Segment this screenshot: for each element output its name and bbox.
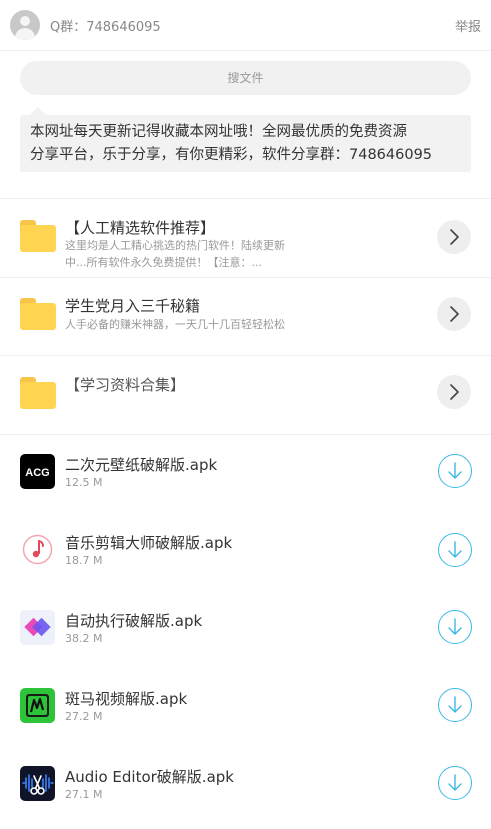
file-name: 二次元壁纸破解版.apk bbox=[65, 456, 218, 474]
folder-title: 【学习资料合集】 bbox=[65, 376, 186, 394]
file-size: 38.2 M bbox=[65, 632, 103, 645]
music-note-app-icon bbox=[20, 532, 55, 567]
file-name: Audio Editor破解版.apk bbox=[65, 768, 234, 786]
folder-desc-line-2: 中...所有软件永久免费提供！【注意：... bbox=[65, 256, 262, 269]
folder-title: 【人工精选软件推荐】 bbox=[65, 219, 216, 237]
file-size: 27.1 M bbox=[65, 788, 103, 801]
download-icon[interactable] bbox=[438, 454, 472, 488]
folder-desc-line-1: 这里均是人工精心挑选的热门软件！陆续更新 bbox=[65, 239, 285, 252]
file-name: 斑马视频解版.apk bbox=[65, 690, 188, 708]
folder-desc: 人手必备的赚米神器，一天几十几百轻轻松松 bbox=[65, 316, 325, 333]
folder-icon bbox=[20, 377, 56, 409]
download-icon[interactable] bbox=[438, 610, 472, 644]
folder-desc: 这里均是人工精心挑选的热门软件！陆续更新 中...所有软件永久免费提供！【注意：… bbox=[65, 237, 315, 271]
file-item[interactable]: 音乐剪辑大师破解版.apk 18.7 M bbox=[0, 512, 491, 590]
download-icon[interactable] bbox=[438, 766, 472, 800]
acg-icon-text: ACG bbox=[25, 467, 49, 479]
notice-line-1: 本网址每天更新记得收藏本网址哦！全网最优质的免费资源 bbox=[30, 124, 407, 140]
chevron-right-icon[interactable] bbox=[437, 297, 471, 331]
acg-app-icon: ACG bbox=[20, 454, 55, 489]
chevron-right-icon[interactable] bbox=[437, 375, 471, 409]
avatar[interactable] bbox=[10, 10, 40, 40]
folder-item-study-materials[interactable]: 【学习资料合集】 bbox=[0, 355, 491, 433]
search-input[interactable] bbox=[20, 61, 471, 95]
file-size: 18.7 M bbox=[65, 554, 103, 567]
notice-box: 本网址每天更新记得收藏本网址哦！全网最优质的免费资源 分享平台，乐于分享，有你更… bbox=[20, 115, 471, 172]
folder-item-software-picks[interactable]: 【人工精选软件推荐】 这里均是人工精心挑选的热门软件！陆续更新 中...所有软件… bbox=[0, 199, 491, 277]
header-bar: Q群：748646095 举报 bbox=[0, 0, 491, 51]
file-size: 12.5 M bbox=[65, 476, 103, 489]
folder-item-student-guide[interactable]: 学生党月入三千秘籍 人手必备的赚米神器，一天几十几百轻轻松松 bbox=[0, 277, 491, 355]
chevron-right-icon[interactable] bbox=[437, 220, 471, 254]
download-icon[interactable] bbox=[438, 688, 472, 722]
avatar-head-shape bbox=[20, 16, 30, 26]
file-item[interactable]: ACG 二次元壁纸破解版.apk 12.5 M bbox=[0, 434, 491, 512]
file-name: 音乐剪辑大师破解版.apk bbox=[65, 534, 233, 552]
notice-line-2: 分享平台，乐于分享，有你更精彩，软件分享群：748646095 bbox=[30, 147, 433, 163]
folder-title: 学生党月入三千秘籍 bbox=[65, 297, 201, 315]
qq-group-text: Q群：748646095 bbox=[50, 20, 161, 35]
notice-pointer bbox=[30, 107, 46, 115]
file-item[interactable]: 自动执行破解版.apk 38.2 M bbox=[0, 590, 491, 668]
diamond-app-icon bbox=[20, 610, 55, 645]
folder-icon bbox=[20, 298, 56, 330]
folder-desc-line-1: 人手必备的赚米神器，一天几十几百轻轻松松 bbox=[65, 318, 285, 331]
report-link[interactable]: 举报 bbox=[455, 16, 481, 35]
file-item[interactable]: 斑马视频解版.apk 27.2 M bbox=[0, 668, 491, 746]
folder-icon bbox=[20, 220, 56, 252]
audio-editor-app-icon bbox=[20, 766, 55, 801]
avatar-body-shape bbox=[15, 28, 35, 40]
zebra-video-app-icon bbox=[20, 688, 55, 723]
file-name: 自动执行破解版.apk bbox=[65, 612, 203, 630]
download-icon[interactable] bbox=[438, 533, 472, 567]
file-size: 27.2 M bbox=[65, 710, 103, 723]
file-item[interactable]: Audio Editor破解版.apk 27.1 M bbox=[0, 746, 491, 824]
